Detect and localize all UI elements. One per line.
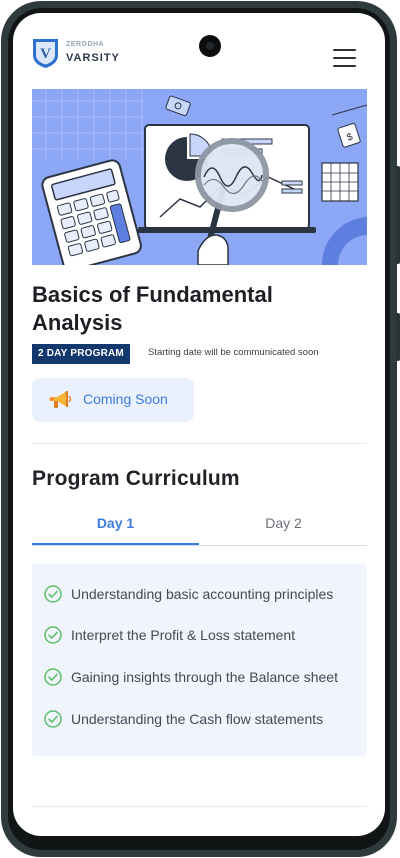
curriculum-heading: Program Curriculum [32, 467, 240, 490]
brand-parent-label: ZERODHA [66, 41, 105, 48]
curriculum-item-text: Understanding the Cash flow statements [71, 711, 324, 727]
day-tabs: Day 1 Day 2 [32, 511, 367, 546]
list-item: Interpret the Profit & Loss statement [44, 625, 374, 645]
check-circle-icon [44, 626, 62, 644]
megaphone-icon [49, 391, 72, 408]
phone-screen: V ZERODHA VARSITY $ Basics of Fundamenta… [13, 13, 385, 836]
list-item: Gaining insights through the Balance she… [44, 667, 374, 687]
check-circle-icon [44, 585, 62, 603]
phone-device: V ZERODHA VARSITY $ Basics of Fundamenta… [0, 0, 400, 858]
analysis-illustration-icon: $ [32, 89, 367, 265]
coming-soon-label: Coming Soon [83, 391, 168, 407]
curriculum-item-text: Understanding basic accounting principle… [71, 586, 334, 602]
curriculum-item-text: Interpret the Profit & Loss statement [71, 627, 296, 643]
curriculum-item-text: Gaining insights through the Balance she… [71, 669, 338, 685]
hamburger-menu-icon[interactable] [332, 49, 362, 71]
shield-logo-icon: V [33, 39, 58, 68]
hero-illustration: $ [32, 89, 367, 265]
start-date-note: Starting date will be communicated soon [148, 347, 319, 358]
power-button [396, 313, 400, 361]
volume-button [396, 166, 400, 264]
section-divider [32, 806, 367, 807]
front-camera [199, 35, 221, 57]
svg-text:V: V [40, 46, 51, 62]
varsity-logo[interactable]: V ZERODHA VARSITY [32, 37, 152, 71]
section-divider [32, 443, 367, 444]
program-title: Basics of Fundamental Analysis [32, 282, 273, 335]
list-item: Understanding the Cash flow statements [44, 709, 374, 729]
list-item: Understanding basic accounting principle… [44, 584, 374, 604]
tab-day-1[interactable]: Day 1 [32, 511, 199, 545]
coming-soon-button[interactable]: Coming Soon [32, 378, 194, 422]
curriculum-list: Understanding basic accounting principle… [32, 564, 367, 756]
tab-day-2[interactable]: Day 2 [200, 511, 367, 545]
check-circle-icon [44, 668, 62, 686]
brand-name: VARSITY [66, 52, 120, 64]
check-circle-icon [44, 710, 62, 728]
program-duration-badge: 2 DAY PROGRAM [32, 344, 130, 364]
